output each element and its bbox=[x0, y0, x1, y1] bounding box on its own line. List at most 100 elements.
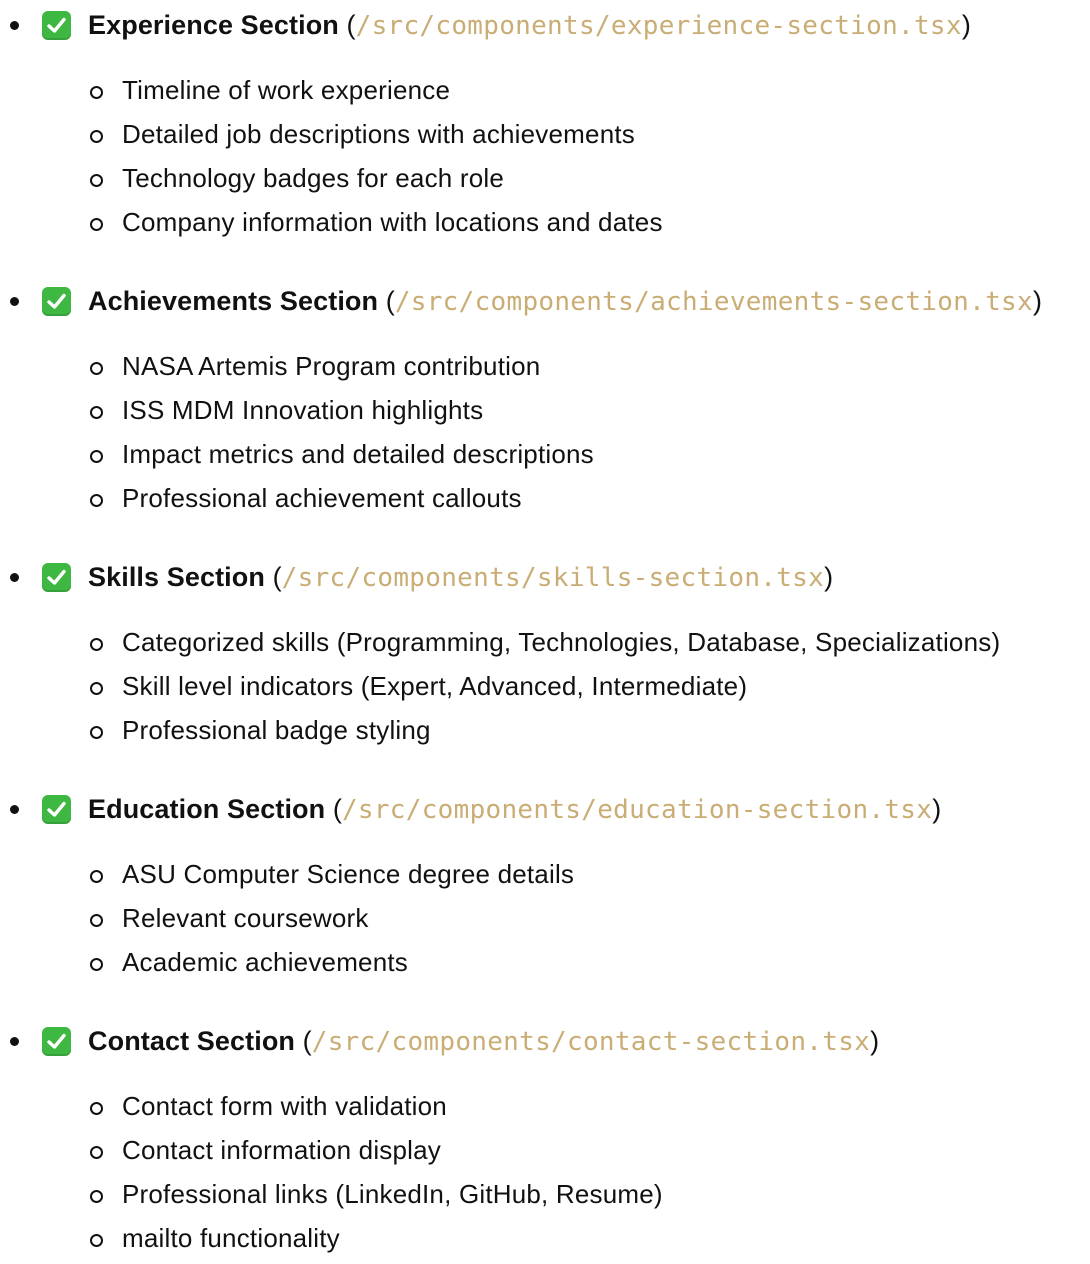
open-paren: ( bbox=[346, 10, 356, 40]
hollow-circle-bullet-icon bbox=[90, 86, 103, 99]
list-item-text: Academic achievements bbox=[122, 947, 408, 977]
list-item-text: Contact form with validation bbox=[122, 1091, 447, 1121]
hollow-circle-bullet-icon bbox=[90, 1102, 103, 1115]
list-item-text: ISS MDM Innovation highlights bbox=[122, 395, 484, 425]
list-item-text: Technology badges for each role bbox=[122, 163, 505, 193]
list-item: mailto functionality bbox=[0, 1220, 1090, 1264]
hollow-circle-bullet-icon bbox=[90, 682, 103, 695]
file-path: /src/components/education-section.tsx bbox=[341, 795, 933, 825]
check-mark-button-icon bbox=[42, 1027, 71, 1056]
list-item: Skill level indicators (Expert, Advanced… bbox=[0, 668, 1090, 712]
section-item-list: ASU Computer Science degree details Rele… bbox=[0, 856, 1090, 988]
hollow-circle-bullet-icon bbox=[90, 1146, 103, 1159]
section-heading: Education Section (/src/components/educa… bbox=[0, 784, 1090, 834]
list-item-text: ASU Computer Science degree details bbox=[122, 859, 575, 889]
hollow-circle-bullet-icon bbox=[90, 406, 103, 419]
check-mark-button-icon bbox=[42, 795, 71, 824]
list-item: Contact information display bbox=[0, 1132, 1090, 1176]
list-item: NASA Artemis Program contribution bbox=[0, 348, 1090, 392]
list-item: Professional achievement callouts bbox=[0, 480, 1090, 524]
list-item: Contact form with validation bbox=[0, 1088, 1090, 1132]
list-item-text: Company information with locations and d… bbox=[122, 207, 663, 237]
close-paren: ) bbox=[824, 562, 834, 592]
hollow-circle-bullet-icon bbox=[90, 914, 103, 927]
open-paren: ( bbox=[272, 562, 282, 592]
list-item: Timeline of work experience bbox=[0, 72, 1090, 116]
list-item-text: Categorized skills (Programming, Technol… bbox=[122, 627, 1001, 657]
section-education: Education Section (/src/components/educa… bbox=[0, 784, 1090, 988]
hollow-circle-bullet-icon bbox=[90, 638, 103, 651]
hollow-circle-bullet-icon bbox=[90, 726, 103, 739]
list-item-text: mailto functionality bbox=[122, 1223, 340, 1253]
list-item-text: NASA Artemis Program contribution bbox=[122, 351, 541, 381]
section-item-list: Categorized skills (Programming, Technol… bbox=[0, 624, 1090, 756]
section-heading: Experience Section (/src/components/expe… bbox=[0, 0, 1090, 50]
section-heading-text: Achievements Section (/src/components/ac… bbox=[88, 283, 1042, 320]
section-title: Achievements Section bbox=[88, 286, 379, 316]
list-item: ASU Computer Science degree details bbox=[0, 856, 1090, 900]
section-heading: Achievements Section (/src/components/ac… bbox=[0, 276, 1090, 326]
check-mark-button-icon bbox=[42, 563, 71, 592]
section-experience: Experience Section (/src/components/expe… bbox=[0, 0, 1090, 248]
file-path: /src/components/experience-section.tsx bbox=[355, 11, 962, 41]
close-paren: ) bbox=[1032, 286, 1043, 316]
list-item: Academic achievements bbox=[0, 944, 1090, 988]
list-item-text: Timeline of work experience bbox=[122, 75, 451, 105]
file-path: /src/components/contact-section.tsx bbox=[311, 1027, 871, 1057]
filled-disc-bullet-icon bbox=[10, 805, 19, 814]
close-paren: ) bbox=[932, 794, 942, 824]
file-path: /src/components/achievements-section.tsx bbox=[394, 287, 1033, 317]
section-title: Education Section bbox=[88, 794, 326, 824]
list-item-text: Detailed job descriptions with achieveme… bbox=[122, 119, 635, 149]
list-item: Relevant coursework bbox=[0, 900, 1090, 944]
section-item-list: Timeline of work experience Detailed job… bbox=[0, 72, 1090, 248]
section-skills: Skills Section (/src/components/skills-s… bbox=[0, 552, 1090, 756]
hollow-circle-bullet-icon bbox=[90, 362, 103, 375]
list-item-text: Relevant coursework bbox=[122, 903, 369, 933]
hollow-circle-bullet-icon bbox=[90, 1234, 103, 1247]
list-item: Detailed job descriptions with achieveme… bbox=[0, 116, 1090, 160]
hollow-circle-bullet-icon bbox=[90, 1190, 103, 1203]
close-paren: ) bbox=[870, 1026, 880, 1056]
filled-disc-bullet-icon bbox=[10, 1037, 19, 1046]
section-heading: Contact Section (/src/components/contact… bbox=[0, 1016, 1090, 1066]
hollow-circle-bullet-icon bbox=[90, 494, 103, 507]
list-item-text: Professional achievement callouts bbox=[122, 483, 522, 513]
list-item-text: Impact metrics and detailed descriptions bbox=[122, 439, 594, 469]
list-item-text: Contact information display bbox=[122, 1135, 441, 1165]
list-item: Company information with locations and d… bbox=[0, 204, 1090, 248]
hollow-circle-bullet-icon bbox=[90, 174, 103, 187]
open-paren: ( bbox=[385, 286, 395, 316]
section-heading-text: Skills Section (/src/components/skills-s… bbox=[88, 559, 833, 596]
section-title: Experience Section bbox=[88, 10, 339, 40]
section-contact: Contact Section (/src/components/contact… bbox=[0, 1016, 1090, 1264]
section-item-list: NASA Artemis Program contribution ISS MD… bbox=[0, 348, 1090, 524]
section-achievements: Achievements Section (/src/components/ac… bbox=[0, 276, 1090, 524]
section-heading-text: Education Section (/src/components/educa… bbox=[88, 791, 941, 828]
hollow-circle-bullet-icon bbox=[90, 870, 103, 883]
list-item: Categorized skills (Programming, Technol… bbox=[0, 624, 1090, 668]
section-title: Skills Section bbox=[88, 562, 265, 592]
filled-disc-bullet-icon bbox=[10, 573, 19, 582]
section-heading-text: Contact Section (/src/components/contact… bbox=[88, 1023, 879, 1060]
open-paren: ( bbox=[302, 1026, 312, 1056]
check-mark-button-icon bbox=[42, 11, 71, 40]
section-title: Contact Section bbox=[88, 1026, 296, 1056]
hollow-circle-bullet-icon bbox=[90, 130, 103, 143]
list-item-text: Professional badge styling bbox=[122, 715, 431, 745]
list-item: Impact metrics and detailed descriptions bbox=[0, 436, 1090, 480]
list-item-text: Skill level indicators (Expert, Advanced… bbox=[122, 671, 748, 701]
filled-disc-bullet-icon bbox=[10, 297, 19, 306]
list-item: Technology badges for each role bbox=[0, 160, 1090, 204]
open-paren: ( bbox=[332, 794, 342, 824]
check-mark-button-icon bbox=[42, 287, 71, 316]
hollow-circle-bullet-icon bbox=[90, 218, 103, 231]
section-heading-text: Experience Section (/src/components/expe… bbox=[88, 7, 971, 44]
list-item-text: Professional links (LinkedIn, GitHub, Re… bbox=[122, 1179, 663, 1209]
list-item: ISS MDM Innovation highlights bbox=[0, 392, 1090, 436]
filled-disc-bullet-icon bbox=[10, 21, 19, 30]
file-path: /src/components/skills-section.tsx bbox=[281, 563, 825, 593]
hollow-circle-bullet-icon bbox=[90, 958, 103, 971]
section-heading: Skills Section (/src/components/skills-s… bbox=[0, 552, 1090, 602]
hollow-circle-bullet-icon bbox=[90, 450, 103, 463]
